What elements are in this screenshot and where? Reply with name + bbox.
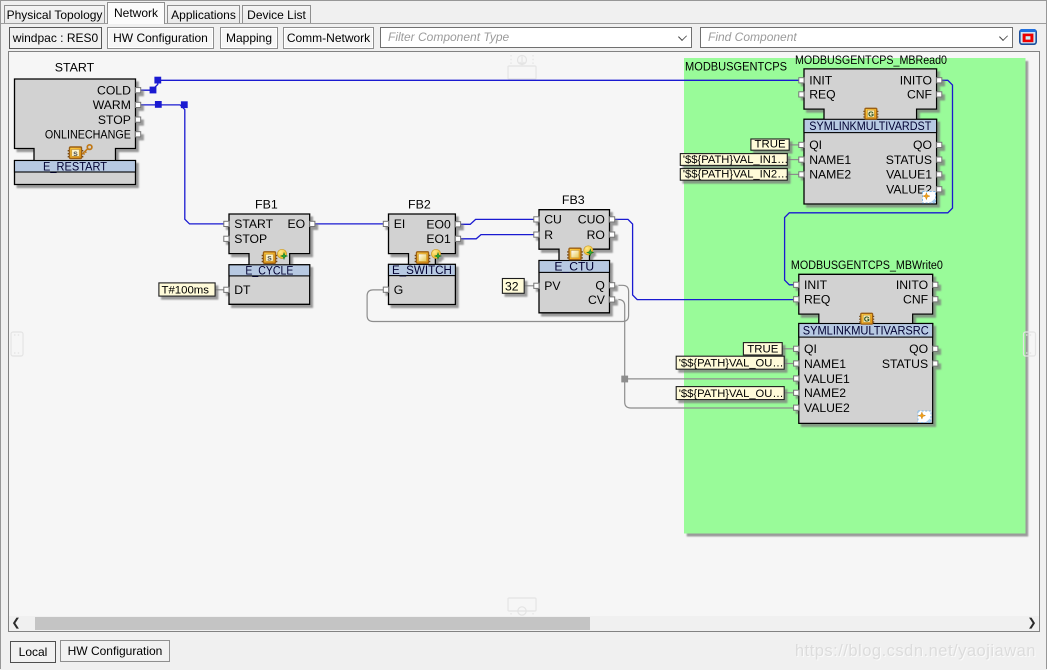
- svg-text:EO1: EO1: [426, 232, 451, 246]
- svg-text:'$${PATH}VAL_IN2…: '$${PATH}VAL_IN2…: [683, 169, 788, 181]
- svg-text:DT: DT: [234, 283, 251, 297]
- svg-text:s: s: [267, 253, 272, 263]
- svg-text:CNF: CNF: [907, 88, 932, 102]
- svg-text:VALUE1: VALUE1: [804, 372, 850, 386]
- svg-text:QO: QO: [909, 342, 928, 356]
- svg-text:COLD: COLD: [97, 84, 131, 98]
- svg-text:Q: Q: [595, 279, 604, 293]
- svg-text:E_CYCLE: E_CYCLE: [245, 264, 293, 278]
- svg-text:QI: QI: [804, 342, 817, 356]
- svg-text:INIT: INIT: [809, 74, 833, 88]
- svg-text:'$${PATH}VAL_OU…: '$${PATH}VAL_OU…: [679, 358, 784, 370]
- svg-text:VALUE2: VALUE2: [804, 401, 850, 415]
- svg-text:INITO: INITO: [900, 74, 932, 88]
- svg-text:G: G: [864, 315, 870, 324]
- svg-text:CUO: CUO: [578, 213, 605, 227]
- svg-text:32: 32: [505, 280, 519, 294]
- svg-text:MODBUSGENTCPS_MBWrite0: MODBUSGENTCPS_MBWrite0: [791, 258, 943, 272]
- svg-text:'$${PATH}VAL_OU…: '$${PATH}VAL_OU…: [679, 388, 784, 400]
- svg-text:SYMLINKMULTIVARSRC: SYMLINKMULTIVARSRC: [803, 323, 929, 337]
- svg-text:NAME1: NAME1: [804, 357, 846, 371]
- svg-text:G: G: [394, 283, 403, 297]
- svg-text:NAME2: NAME2: [809, 168, 851, 182]
- svg-text:CNF: CNF: [903, 293, 928, 307]
- svg-text:START: START: [234, 217, 273, 231]
- svg-text:'$${PATH}VAL_IN1…: '$${PATH}VAL_IN1…: [683, 154, 788, 166]
- svg-text:VALUE1: VALUE1: [886, 168, 932, 182]
- svg-text:FB2: FB2: [408, 197, 431, 211]
- svg-text:CU: CU: [544, 213, 562, 227]
- svg-text:RO: RO: [587, 228, 605, 242]
- svg-text:START: START: [55, 61, 95, 75]
- svg-text:TRUE: TRUE: [747, 343, 778, 355]
- svg-text:s: s: [73, 148, 78, 158]
- svg-text:NAME2: NAME2: [804, 386, 846, 400]
- svg-text:MODBUSGENTCPS: MODBUSGENTCPS: [685, 59, 787, 73]
- svg-text:ONLINECHANGE: ONLINECHANGE: [45, 128, 131, 142]
- svg-text:MODBUSGENTCPS_MBRead0: MODBUSGENTCPS_MBRead0: [795, 53, 947, 67]
- svg-text:CV: CV: [588, 293, 606, 307]
- svg-text:QI: QI: [809, 138, 822, 152]
- svg-text:REQ: REQ: [809, 88, 835, 102]
- svg-text:INIT: INIT: [804, 278, 828, 292]
- svg-text:TRUE: TRUE: [755, 139, 786, 151]
- svg-text:REQ: REQ: [804, 293, 830, 307]
- svg-text:PV: PV: [544, 279, 561, 293]
- svg-text:EO: EO: [287, 217, 305, 231]
- svg-text:NAME1: NAME1: [809, 153, 851, 167]
- svg-text:E_CTU: E_CTU: [554, 260, 594, 274]
- svg-text:EO0: EO0: [426, 218, 451, 232]
- svg-text:STATUS: STATUS: [886, 153, 932, 167]
- svg-text:R: R: [544, 228, 553, 242]
- svg-text:FB1: FB1: [255, 197, 278, 211]
- svg-text:E_SWITCH: E_SWITCH: [392, 263, 452, 277]
- svg-text:INITO: INITO: [896, 278, 928, 292]
- svg-text:STATUS: STATUS: [882, 357, 928, 371]
- svg-text:STOP: STOP: [234, 232, 267, 246]
- svg-text:EI: EI: [394, 217, 406, 231]
- svg-text:SYMLINKMULTIVARDST: SYMLINKMULTIVARDST: [809, 119, 932, 133]
- svg-text:STOP: STOP: [98, 113, 131, 127]
- svg-text:G: G: [868, 110, 874, 119]
- svg-text:T#100ms: T#100ms: [162, 285, 210, 297]
- svg-text:WARM: WARM: [93, 98, 131, 112]
- svg-text:FB3: FB3: [562, 193, 585, 207]
- svg-text:QO: QO: [913, 138, 932, 152]
- svg-text:E_RESTART: E_RESTART: [43, 159, 108, 173]
